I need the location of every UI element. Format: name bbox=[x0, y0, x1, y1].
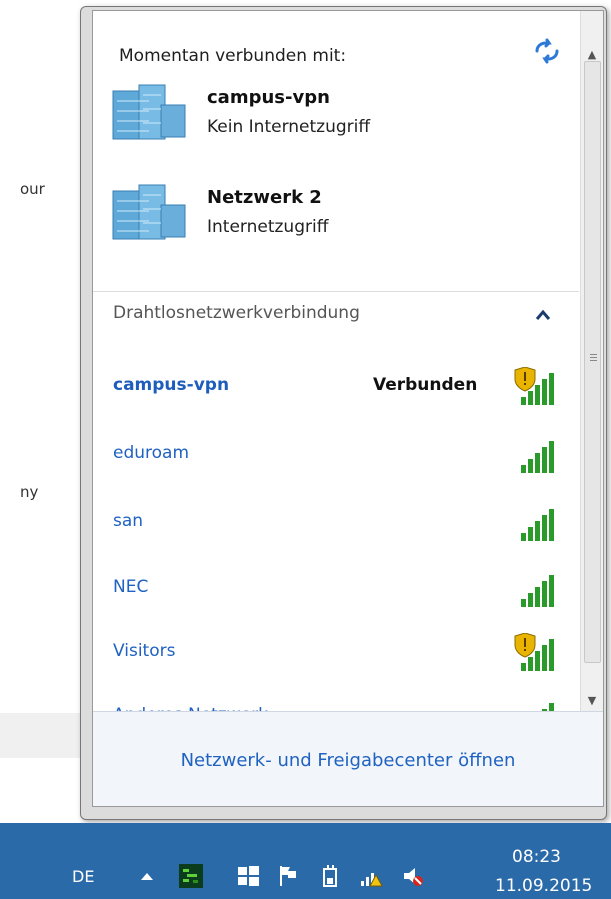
wifi-network-item[interactable]: Visitors bbox=[113, 633, 563, 673]
connected-network-status: Kein Internetzugriff bbox=[207, 117, 371, 137]
clock-time[interactable]: 08:23 bbox=[512, 847, 561, 867]
connected-network-item: campus-vpn Kein Internetzugriff bbox=[111, 81, 571, 151]
app-tray-icon[interactable] bbox=[178, 863, 204, 889]
network-flyout-content: Momentan verbunden mit: campus-vpn Kein … bbox=[92, 10, 604, 807]
connected-network-item: Netzwerk 2 Internetzugriff bbox=[111, 181, 571, 251]
wireless-section-title[interactable]: Drahtlosnetzwerkverbindung bbox=[113, 303, 360, 323]
scroll-thumb[interactable] bbox=[584, 61, 601, 663]
show-hidden-icons-arrow-icon[interactable] bbox=[134, 863, 160, 889]
wifi-signal-shield-icon bbox=[514, 367, 554, 405]
server-network-icon bbox=[112, 184, 186, 240]
language-indicator[interactable]: DE bbox=[72, 867, 94, 886]
wifi-network-name: Visitors bbox=[113, 641, 176, 661]
background-text: our bbox=[20, 180, 45, 198]
scroll-down-arrow-icon[interactable]: ▼ bbox=[581, 689, 603, 711]
collapse-chevron-icon[interactable] bbox=[536, 309, 550, 321]
wifi-signal-shield-icon bbox=[514, 633, 554, 671]
wifi-network-item[interactable]: NEC bbox=[113, 569, 563, 609]
wifi-network-name: san bbox=[113, 511, 144, 531]
connected-network-name: campus-vpn bbox=[207, 87, 330, 108]
server-network-icon bbox=[112, 84, 186, 140]
wifi-network-name: campus-vpn bbox=[113, 375, 230, 395]
clock-date[interactable]: 11.09.2015 bbox=[495, 876, 592, 896]
refresh-icon[interactable] bbox=[533, 37, 561, 65]
power-battery-icon[interactable] bbox=[318, 863, 344, 889]
speaker-muted-icon[interactable] bbox=[400, 863, 426, 889]
wifi-network-name: eduroam bbox=[113, 443, 190, 463]
flag-icon[interactable] bbox=[276, 863, 302, 889]
wifi-network-name: NEC bbox=[113, 577, 149, 597]
wifi-network-item[interactable]: campus-vpn Verbunden bbox=[113, 367, 563, 407]
network-flyout: Momentan verbunden mit: campus-vpn Kein … bbox=[80, 6, 607, 820]
wifi-signal-icon bbox=[521, 575, 554, 607]
wifi-network-item[interactable]: san bbox=[113, 503, 563, 543]
wifi-signal-icon bbox=[521, 509, 554, 541]
wifi-network-item[interactable]: eduroam bbox=[113, 435, 563, 475]
taskbar: DE 08:23 11.09.2015 bbox=[0, 823, 611, 899]
wifi-signal-icon bbox=[521, 441, 554, 473]
flyout-footer: Netzwerk- und Freigabecenter öffnen bbox=[93, 711, 603, 806]
scroll-grip-icon bbox=[590, 354, 597, 355]
connected-header: Momentan verbunden mit: bbox=[119, 46, 347, 66]
connected-network-name: Netzwerk 2 bbox=[207, 187, 322, 208]
connected-network-status: Internetzugriff bbox=[207, 217, 329, 237]
network-warning-icon[interactable] bbox=[358, 863, 384, 889]
vertical-scrollbar[interactable]: ▲ ▼ bbox=[580, 11, 603, 711]
network-sharing-center-link[interactable]: Netzwerk- und Freigabecenter öffnen bbox=[93, 750, 603, 771]
background-text: ny bbox=[20, 483, 39, 501]
action-center-windows-icon[interactable] bbox=[235, 863, 261, 889]
connected-section: Momentan verbunden mit: campus-vpn Kein … bbox=[93, 11, 579, 292]
wifi-network-status: Verbunden bbox=[373, 375, 478, 395]
